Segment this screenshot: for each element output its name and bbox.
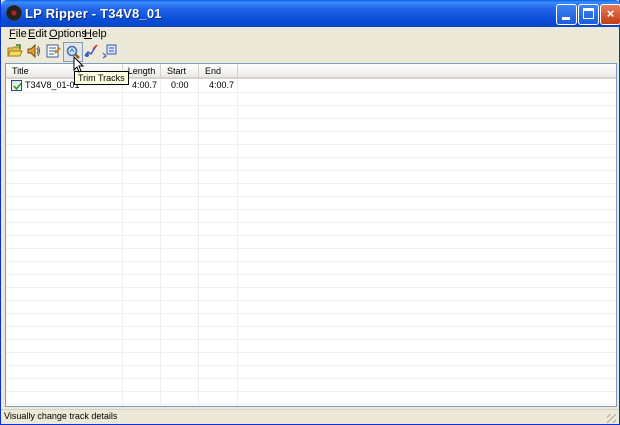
- grid-row-line: [6, 222, 616, 223]
- grid-column-line: [237, 79, 238, 406]
- minimize-icon: [562, 17, 570, 20]
- grid-row-line: [6, 183, 616, 184]
- open-button[interactable]: [6, 42, 26, 62]
- menu-help-mnemonic: H: [84, 28, 92, 40]
- grid-column-line: [198, 79, 199, 406]
- status-text: Visually change track details: [4, 411, 118, 421]
- grid-row-line: [6, 157, 616, 158]
- minimize-button[interactable]: [556, 4, 577, 25]
- grid-row-line: [6, 118, 616, 119]
- track-start: 0:00: [171, 80, 189, 90]
- grid-row-line: [6, 274, 616, 275]
- window-title: LP Ripper - T34V8_01: [25, 6, 162, 21]
- grid-row-line: [6, 248, 616, 249]
- mouse-cursor-icon: [73, 56, 85, 73]
- resize-grip-icon[interactable]: [607, 414, 616, 423]
- grid-row-line: [6, 261, 616, 262]
- column-header-start[interactable]: Start: [161, 64, 199, 79]
- app-window: LP Ripper - T34V8_01 × File Edit Options…: [0, 0, 620, 425]
- grid-row-line: [6, 339, 616, 340]
- lp-record-icon[interactable]: [6, 5, 22, 21]
- open-folder-icon: [7, 44, 23, 57]
- column-header-length[interactable]: Length: [123, 64, 161, 79]
- grid-row-line: [6, 235, 616, 236]
- grid-row-line: [6, 404, 616, 405]
- grid-row-line: [6, 196, 616, 197]
- menu-file[interactable]: File: [9, 28, 27, 40]
- menu-help[interactable]: Help: [84, 28, 107, 40]
- grid-row-line: [6, 365, 616, 366]
- maximize-button[interactable]: [578, 4, 599, 25]
- track-list[interactable]: Title Length Start End T34V8_01-01 4:00.…: [5, 63, 617, 407]
- grid-row-line: [6, 326, 616, 327]
- title-bar[interactable]: LP Ripper - T34V8_01 ×: [1, 0, 620, 27]
- properties-button[interactable]: [44, 42, 64, 62]
- track-length: 4:00.7: [132, 80, 158, 90]
- menu-edit[interactable]: Edit: [28, 28, 47, 40]
- grid-row-line: [6, 170, 616, 171]
- grid-row-line: [6, 352, 616, 353]
- split-button[interactable]: [101, 42, 121, 62]
- grid-row-line: [6, 378, 616, 379]
- menu-options-mnemonic: O: [49, 28, 58, 40]
- grid-row-line: [6, 313, 616, 314]
- menu-options-label: ptions: [57, 28, 87, 40]
- grid-row-line: [6, 105, 616, 106]
- grid-row-line: [6, 144, 616, 145]
- tracks-button[interactable]: [82, 42, 102, 62]
- grid-row-line: [6, 92, 616, 93]
- menu-file-label: ile: [15, 28, 27, 40]
- properties-icon: [46, 44, 61, 58]
- grid-row-line: [6, 300, 616, 301]
- maximize-icon: [583, 8, 594, 19]
- play-button[interactable]: [25, 42, 45, 62]
- menu-edit-label: dit: [35, 28, 47, 40]
- track-title: T34V8_01-01: [25, 80, 80, 90]
- grid-row-line: [6, 131, 616, 132]
- close-button[interactable]: ×: [600, 4, 620, 25]
- tracks-icon: [84, 44, 98, 57]
- checkmark-icon: [13, 82, 22, 91]
- track-end: 4:00.7: [209, 80, 235, 90]
- menu-options[interactable]: Options: [49, 28, 87, 40]
- toolbar: [1, 42, 620, 62]
- menu-file-mnemonic: F: [9, 28, 16, 40]
- menu-bar: File Edit Options Help: [1, 27, 620, 41]
- menu-help-label: elp: [91, 28, 107, 40]
- grid-column-line: [160, 79, 161, 406]
- column-header-end[interactable]: End: [199, 64, 238, 79]
- speaker-icon: [27, 43, 40, 59]
- grid-row-line: [6, 287, 616, 288]
- track-checkbox[interactable]: [11, 80, 22, 91]
- grid-row-line: [6, 391, 616, 392]
- split-icon: [102, 44, 117, 59]
- grid-column-line: [122, 79, 123, 406]
- grid-row-line: [6, 209, 616, 210]
- status-bar: Visually change track details: [1, 409, 619, 424]
